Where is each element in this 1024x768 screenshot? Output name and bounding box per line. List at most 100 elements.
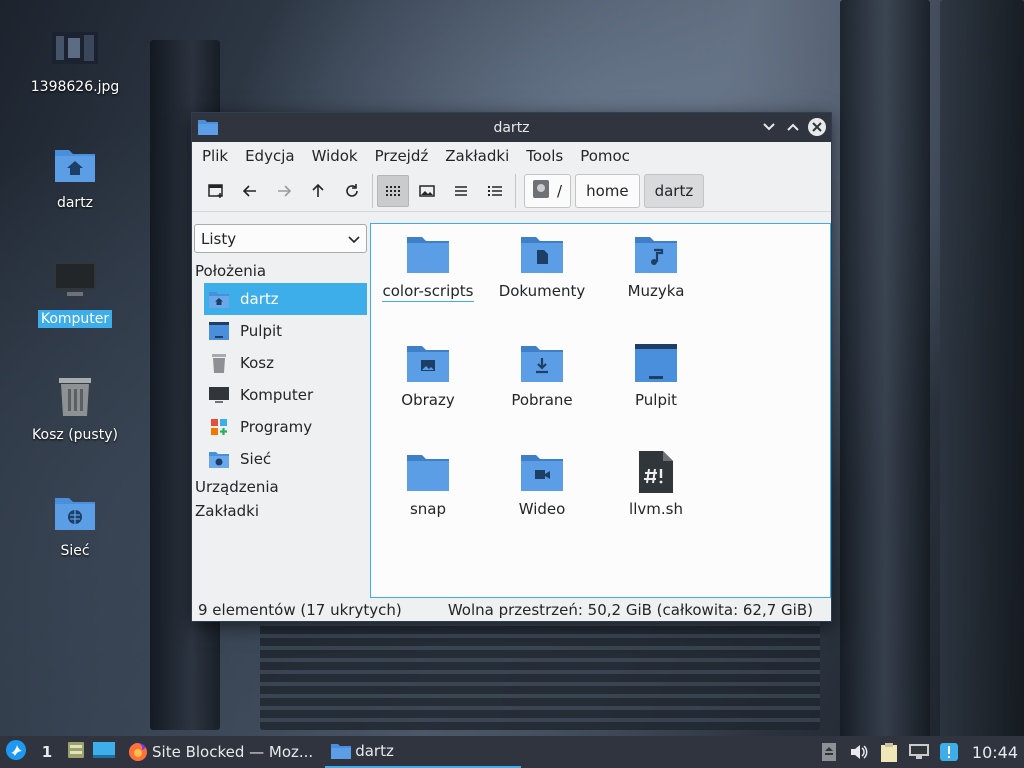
task-firefox[interactable]: Site Blocked — Moz... xyxy=(122,736,319,768)
section-devices[interactable]: Urządzenia xyxy=(192,475,369,499)
folder-icon xyxy=(331,743,352,759)
file-item[interactable]: llvm.sh xyxy=(599,450,713,518)
menu-edycja[interactable]: Edycja xyxy=(239,147,300,165)
window-title: dartz xyxy=(493,119,530,136)
clipboard-icon[interactable] xyxy=(874,742,904,762)
file-item[interactable]: Pobrane xyxy=(485,341,599,409)
file-cabinet-icon xyxy=(66,740,86,764)
section-places[interactable]: Położenia xyxy=(192,259,369,283)
taskbar: 1 Site Blocked — Moz... dartz 10:44 xyxy=(0,736,1024,768)
desktop-icon xyxy=(208,320,230,342)
sidebar-item-komputer[interactable]: Komputer xyxy=(204,379,367,411)
new-tab-icon[interactable] xyxy=(200,175,232,207)
desktop-icon-home[interactable]: dartz xyxy=(20,140,130,212)
status-bar: 9 elementów (17 ukrytych) Wolna przestrz… xyxy=(192,599,831,621)
network-wired-icon[interactable] xyxy=(904,744,934,760)
menu-tools[interactable]: Tools xyxy=(520,147,569,165)
folder-icon xyxy=(198,119,218,139)
file-manager-launcher[interactable] xyxy=(62,736,90,768)
sidebar-item-siec[interactable]: Sieć xyxy=(204,443,367,475)
sidebar-item-kosz[interactable]: Kosz xyxy=(204,347,367,379)
file-item[interactable]: Wideo xyxy=(485,450,599,518)
menu-zakladki[interactable]: Zakładki xyxy=(439,147,515,165)
breadcrumb-root[interactable]: / xyxy=(524,173,572,208)
desktop-icon-image[interactable]: 1398626.jpg xyxy=(20,24,130,96)
desktop-icon-label: dartz xyxy=(56,195,94,211)
thumbnail-view-icon[interactable] xyxy=(411,175,443,207)
wallpaper-rack xyxy=(260,620,820,730)
menu-plik[interactable]: Plik xyxy=(196,147,234,165)
section-bookmarks[interactable]: Zakładki xyxy=(192,499,369,523)
file-item[interactable]: Muzyka xyxy=(599,232,713,300)
wallpaper-rack xyxy=(940,0,1024,740)
downloads-folder-icon xyxy=(520,341,564,385)
menu-bar: Plik Edycja Widok Przejdź Zakładki Tools… xyxy=(192,142,831,170)
menu-widok[interactable]: Widok xyxy=(306,147,364,165)
trash-icon xyxy=(51,372,99,420)
breadcrumb-dartz[interactable]: dartz xyxy=(643,173,705,208)
detailed-list-view-icon[interactable] xyxy=(479,175,511,207)
shell-script-icon xyxy=(634,450,678,494)
desktop-icon-label: 1398626.jpg xyxy=(30,79,120,95)
folder-icon xyxy=(406,450,450,494)
chevron-down-icon xyxy=(348,230,360,248)
network-folder-icon xyxy=(51,488,99,536)
up-arrow-icon[interactable] xyxy=(302,175,334,207)
home-folder-icon xyxy=(208,288,230,310)
file-manager-window: dartz Plik Edycja Widok Przejdź Zakładki… xyxy=(191,112,832,622)
image-thumbnail-icon xyxy=(51,24,99,72)
item-count: 9 elementów (17 ukrytych) xyxy=(198,601,402,619)
breadcrumb-home[interactable]: home xyxy=(575,173,640,208)
pictures-folder-icon xyxy=(406,341,450,385)
desktop-icon-trash[interactable]: Kosz (pusty) xyxy=(20,372,130,444)
toolbar-separator xyxy=(515,173,516,208)
system-tray: 10:44 xyxy=(814,736,1024,768)
chevron-up-icon[interactable] xyxy=(784,118,802,136)
toolbar-separator xyxy=(372,173,373,208)
file-item[interactable]: Dokumenty xyxy=(485,232,599,300)
file-item[interactable]: color-scripts xyxy=(371,232,485,302)
menu-przejdz[interactable]: Przejdź xyxy=(369,147,435,165)
back-arrow-icon[interactable] xyxy=(234,175,266,207)
icon-view-icon[interactable] xyxy=(377,174,409,207)
title-bar[interactable]: dartz xyxy=(192,113,831,142)
drive-icon xyxy=(533,179,549,202)
file-item[interactable]: snap xyxy=(371,450,485,518)
notification-icon[interactable] xyxy=(934,743,964,761)
task-file-manager[interactable]: dartz xyxy=(325,736,522,768)
file-item[interactable]: Pulpit xyxy=(599,341,713,409)
firefox-icon xyxy=(128,742,148,762)
show-desktop-button[interactable] xyxy=(90,736,118,768)
videos-folder-icon xyxy=(520,450,564,494)
music-folder-icon xyxy=(634,232,678,276)
documents-folder-icon xyxy=(520,232,564,276)
free-space: Wolna przestrzeń: 50,2 GiB (całkowita: 6… xyxy=(447,601,813,619)
clock[interactable]: 10:44 xyxy=(964,743,1024,762)
chevron-down-icon[interactable] xyxy=(760,118,778,136)
computer-icon xyxy=(208,384,230,406)
storage-eject-icon[interactable] xyxy=(814,743,844,761)
workspace-switcher[interactable]: 1 xyxy=(32,736,62,768)
desktop-icon-label: Komputer xyxy=(37,310,113,328)
close-icon[interactable] xyxy=(808,118,826,136)
volume-icon[interactable] xyxy=(844,744,874,760)
start-menu-button[interactable] xyxy=(0,736,32,768)
file-view[interactable]: color-scripts Dokumenty Muzyka Obrazy Po… xyxy=(370,223,831,598)
toolbar: / home dartz xyxy=(192,170,831,212)
desktop-icon-computer[interactable]: Komputer xyxy=(20,256,130,328)
forward-arrow-icon[interactable] xyxy=(268,175,300,207)
sidebar-item-dartz[interactable]: dartz xyxy=(204,283,367,315)
compact-view-icon[interactable] xyxy=(445,175,477,207)
side-pane-mode-select[interactable]: Listy xyxy=(194,224,367,253)
desktop-icon-network[interactable]: Sieć xyxy=(20,488,130,560)
reload-icon[interactable] xyxy=(336,175,368,207)
side-pane: Listy Położenia dartz Pulpit Kosz Komput… xyxy=(192,223,369,601)
network-icon xyxy=(208,448,230,470)
sidebar-item-pulpit[interactable]: Pulpit xyxy=(204,315,367,347)
computer-icon xyxy=(51,256,99,304)
desktop-icon xyxy=(93,741,115,763)
sidebar-item-programy[interactable]: Programy xyxy=(204,411,367,443)
menu-pomoc[interactable]: Pomoc xyxy=(574,147,636,165)
file-item[interactable]: Obrazy xyxy=(371,341,485,409)
desktop-folder-icon xyxy=(634,341,678,385)
